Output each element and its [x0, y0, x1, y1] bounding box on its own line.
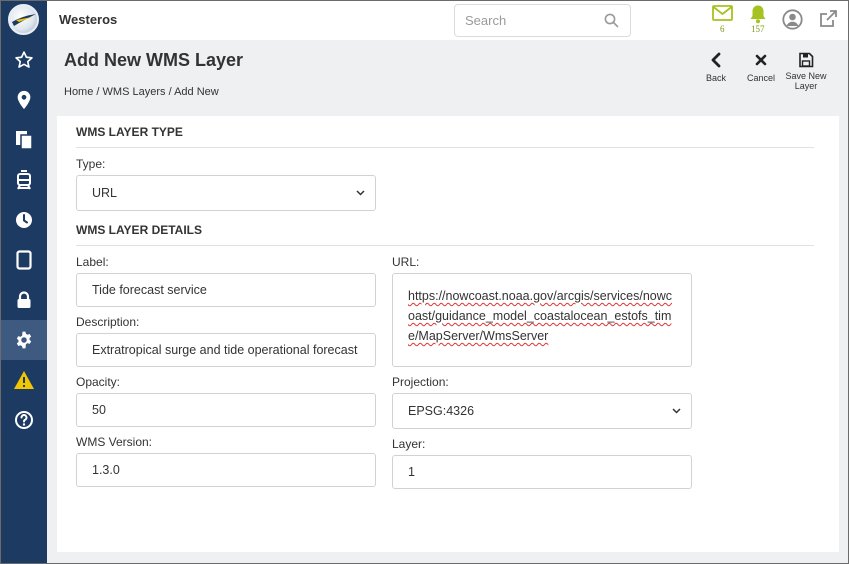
opacity-label: Opacity:	[76, 375, 121, 389]
layer-input[interactable]: 1	[392, 455, 692, 489]
sidebar-item-devices[interactable]	[0, 240, 47, 280]
save-icon	[799, 52, 814, 68]
section-title-layer-details: WMS LAYER DETAILS	[76, 223, 203, 237]
label-field-label: Label:	[76, 255, 109, 269]
sidebar-item-documents[interactable]	[0, 120, 47, 160]
tram-icon	[16, 170, 31, 190]
url-textarea[interactable]: https://nowcoast.noaa.gov/arcgis/service…	[392, 273, 692, 367]
search-icon[interactable]	[604, 13, 619, 28]
chevron-left-icon	[711, 52, 721, 68]
wms-version-label: WMS Version:	[76, 435, 153, 449]
description-input[interactable]: Extratropical surge and tide operational…	[76, 333, 376, 367]
description-input-value: Extratropical surge and tide operational…	[92, 343, 358, 357]
page-header: Add New WMS Layer Home / WMS Layers / Ad…	[47, 40, 849, 107]
clock-icon	[15, 212, 32, 228]
bell-icon	[750, 5, 766, 24]
wms-version-input[interactable]: 1.3.0	[76, 453, 376, 487]
sidebar-item-history[interactable]	[0, 200, 47, 240]
type-label: Type:	[76, 157, 106, 171]
close-icon	[755, 54, 767, 66]
sidebar-item-help[interactable]	[0, 400, 47, 440]
tablet-icon	[15, 250, 32, 270]
star-icon	[14, 51, 33, 68]
sidebar-item-transit[interactable]	[0, 160, 47, 200]
section-title-layer-type: WMS LAYER TYPE	[76, 125, 183, 139]
opacity-input[interactable]: 50	[76, 393, 376, 427]
label-input-value: Tide forecast service	[92, 283, 207, 297]
description-label: Description:	[76, 315, 140, 329]
projection-label: Projection:	[392, 375, 449, 389]
sidebar-item-favorites[interactable]	[0, 40, 47, 80]
chevron-down-icon	[672, 408, 681, 414]
lock-icon	[17, 291, 30, 308]
chevron-down-icon	[356, 190, 365, 196]
layer-label: Layer:	[392, 437, 426, 451]
user-profile[interactable]	[782, 9, 803, 35]
app-logo[interactable]	[8, 4, 39, 35]
breadcrumb-wms-layers[interactable]: WMS Layers	[103, 86, 166, 98]
layer-input-value: 1	[408, 465, 415, 479]
url-textarea-value: https://nowcoast.noaa.gov/arcgis/service…	[408, 289, 673, 343]
mail-icon	[712, 5, 733, 21]
app-title: Westeros	[59, 12, 118, 27]
external-link-icon	[820, 10, 837, 27]
projection-select-value: EPSG:4326	[408, 404, 475, 418]
user-icon	[782, 9, 803, 30]
breadcrumb-add-new: Add New	[174, 86, 219, 98]
page-title: Add New WMS Layer	[64, 50, 244, 70]
opacity-input-value: 50	[92, 403, 106, 417]
breadcrumb-separator: /	[168, 86, 172, 98]
mail-count-badge: 6	[720, 24, 725, 34]
sidebar-item-alerts[interactable]	[0, 360, 47, 400]
save-new-layer-button[interactable]: Save New Layer	[785, 52, 827, 91]
type-select[interactable]: URL	[76, 175, 376, 211]
sidebar-item-settings[interactable]	[0, 320, 47, 360]
save-new-layer-label: Save New Layer	[785, 71, 827, 91]
form-card: WMS LAYER TYPE Type: URL WMS LAYER DETAI…	[57, 116, 839, 552]
back-label: Back	[705, 73, 726, 83]
label-input[interactable]: Tide forecast service	[76, 273, 376, 307]
search-input[interactable]	[465, 13, 595, 28]
breadcrumb-separator: /	[96, 86, 100, 98]
wms-version-input-value: 1.3.0	[92, 463, 120, 477]
url-label: URL:	[392, 255, 420, 269]
cancel-button[interactable]: Cancel	[740, 52, 782, 83]
projection-select[interactable]: EPSG:4326	[392, 393, 692, 429]
back-button[interactable]: Back	[695, 52, 737, 83]
help-icon	[14, 411, 33, 429]
warning-icon	[13, 371, 34, 389]
map-pin-icon	[17, 90, 30, 110]
sidebar	[0, 0, 47, 564]
type-select-value: URL	[92, 186, 118, 200]
breadcrumb-home[interactable]: Home	[64, 86, 93, 98]
external-link[interactable]	[818, 9, 838, 34]
breadcrumb: Home / WMS Layers / Add New	[64, 86, 219, 98]
search-box[interactable]	[454, 4, 631, 37]
sidebar-item-security[interactable]	[0, 280, 47, 320]
top-bar: Westeros 6 157	[47, 0, 849, 40]
sidebar-item-locations[interactable]	[0, 80, 47, 120]
bell-count-badge: 157	[751, 24, 765, 34]
divider	[76, 147, 814, 148]
cancel-label: Cancel	[746, 73, 775, 83]
gear-icon	[16, 331, 31, 349]
divider	[76, 245, 814, 246]
documents-icon	[15, 131, 33, 150]
